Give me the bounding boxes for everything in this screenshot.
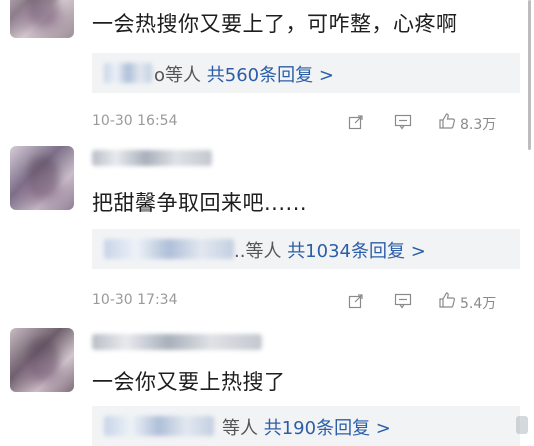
reply-etc-label: o等人 [154,65,202,86]
username-blurred[interactable] [92,334,262,350]
comment-text: 把甜馨争取回来吧...... [92,191,308,215]
comment-time: 10-30 16:54 [92,113,178,129]
like-count: 8.3万 [460,117,497,133]
comment-item: 一会你又要上热搜了 等人 共190条回复 > [0,322,534,446]
comment-item: 一会热搜你又要上了，可咋整，心疼啊 o等人 共560条回复 > 10-30 16… [0,0,534,150]
reply-names-blurred [104,239,234,259]
reply-etc-label: 等人 [222,418,258,439]
avatar[interactable] [10,146,74,210]
avatar[interactable] [10,0,74,38]
comment-time: 10-30 17:34 [92,292,178,308]
reply-preview[interactable]: o等人 共560条回复 > [92,53,520,93]
reply-preview[interactable]: 等人 共190条回复 > [92,406,520,446]
reply-etc-label: ..等人 [234,241,282,262]
comment-icon[interactable] [394,293,412,309]
like-icon[interactable] [438,291,456,309]
reply-count-link[interactable]: 共190条回复 > [264,418,391,439]
watermark: ​ [516,416,528,434]
share-icon[interactable] [348,114,364,130]
reply-names-blurred [104,63,152,83]
comment-text: 一会热搜你又要上了，可咋整，心疼啊 [92,12,458,36]
comment-meta: 10-30 17:34 5.4万 [92,290,520,312]
reply-names-blurred [104,416,214,436]
comment-item: 把甜馨争取回来吧...... ..等人 共1034条回复 > 10-30 17:… [0,140,534,320]
like-icon[interactable] [438,112,456,130]
comment-text: 一会你又要上热搜了 [92,370,286,394]
comment-icon[interactable] [394,114,412,130]
comment-meta: 10-30 16:54 8.3万 [92,111,520,133]
reply-count-link[interactable]: 共560条回复 > [207,65,334,86]
reply-count-link[interactable]: 共1034条回复 > [287,241,426,262]
like-count: 5.4万 [460,296,497,312]
share-icon[interactable] [348,293,364,309]
reply-preview[interactable]: ..等人 共1034条回复 > [92,229,520,269]
avatar[interactable] [10,328,74,392]
username-blurred[interactable] [92,150,212,166]
